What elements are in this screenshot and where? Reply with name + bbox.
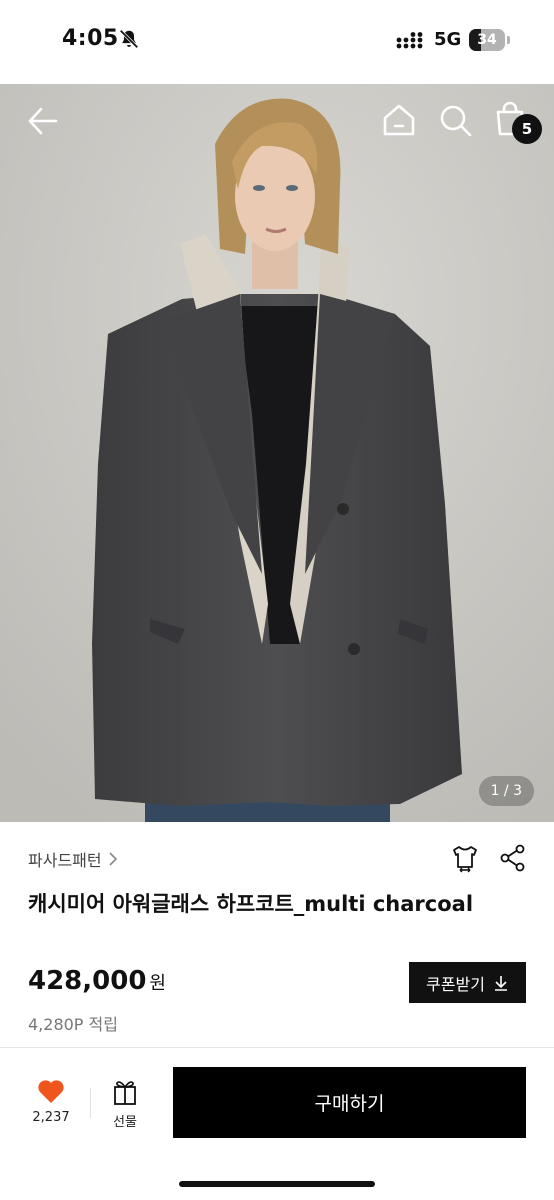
home-icon[interactable] bbox=[381, 102, 417, 138]
gift-icon bbox=[114, 1081, 136, 1105]
signal-icon bbox=[396, 32, 423, 49]
product-title: 캐시미어 아워글래스 하프코트_multi charcoal bbox=[28, 892, 474, 916]
coupon-label: 쿠폰받기 bbox=[426, 974, 485, 994]
brand-link[interactable]: 파사드패턴 bbox=[28, 847, 118, 871]
home-indicator bbox=[179, 1181, 375, 1187]
cart-count-badge[interactable]: 5 bbox=[512, 114, 542, 144]
product-actions bbox=[450, 843, 528, 873]
search-icon[interactable] bbox=[437, 102, 473, 138]
battery-level: 34 bbox=[477, 32, 497, 48]
share-icon[interactable] bbox=[498, 843, 528, 873]
buy-button[interactable]: 구매하기 bbox=[173, 1067, 526, 1138]
reward-points: 4,280P 적립 bbox=[28, 1015, 118, 1034]
chevron-right-icon bbox=[109, 852, 117, 866]
gift-label: 선물 bbox=[113, 1115, 137, 1130]
image-counter: 1 / 3 bbox=[478, 776, 534, 806]
bell-slash-icon bbox=[119, 29, 139, 49]
download-icon bbox=[494, 975, 507, 991]
brand-name: 파사드패턴 bbox=[28, 851, 102, 870]
gift-button[interactable]: 선물 bbox=[100, 1078, 150, 1130]
price-value: 428,000 bbox=[28, 966, 147, 996]
battery-icon: 34 bbox=[469, 29, 511, 51]
product-image-gallery[interactable]: 1 / 3 bbox=[0, 84, 554, 822]
network-label: 5G bbox=[434, 29, 462, 50]
back-arrow-icon[interactable] bbox=[26, 104, 60, 138]
tshirt-size-icon[interactable] bbox=[450, 843, 480, 873]
divider bbox=[0, 1047, 554, 1048]
like-button[interactable]: 2,237 bbox=[24, 1078, 78, 1125]
price: 428,000 원 bbox=[28, 966, 166, 996]
status-bar: 4:05 5G 34 bbox=[0, 0, 554, 84]
divider bbox=[90, 1088, 91, 1118]
status-time: 4:05 bbox=[62, 26, 119, 51]
coupon-download-button[interactable]: 쿠폰받기 bbox=[409, 962, 526, 1003]
like-count: 2,237 bbox=[32, 1110, 70, 1125]
price-unit: 원 bbox=[149, 973, 166, 994]
product-photo bbox=[0, 84, 554, 822]
heart-icon bbox=[38, 1080, 64, 1103]
